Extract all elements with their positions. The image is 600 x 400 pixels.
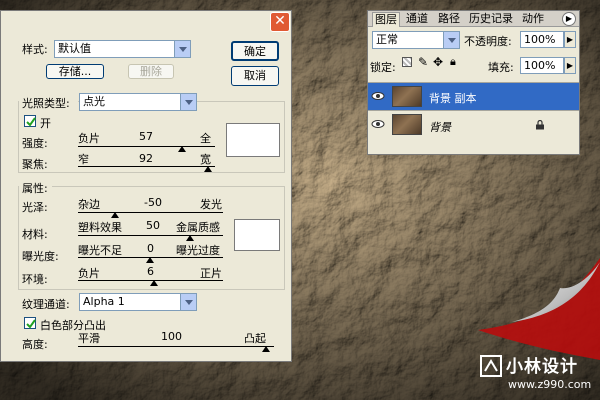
exposure-max-label: 曝光过度 xyxy=(176,244,220,257)
light-type-select[interactable]: 点光 xyxy=(79,93,197,111)
layer-name: 背景 xyxy=(429,121,451,134)
panel-tab-bar: 图层 通道 路径 历史记录 动作 ▶ xyxy=(368,11,579,27)
light-on-checkbox[interactable] xyxy=(24,115,36,127)
brand-logo-icon xyxy=(480,355,502,377)
tab-history[interactable]: 历史记录 xyxy=(467,12,515,27)
chevron-down-icon[interactable] xyxy=(180,94,196,110)
layer-row-background-copy[interactable]: 背景 副本 xyxy=(368,82,579,110)
material-slider-thumb[interactable] xyxy=(186,235,194,241)
fill-arrow-icon[interactable]: ▶ xyxy=(564,57,576,74)
height-min-label: 平滑 xyxy=(78,332,100,345)
tab-layers[interactable]: 图层 xyxy=(372,12,400,27)
exposure-min-label: 曝光不足 xyxy=(78,244,122,257)
white-high-checkbox[interactable] xyxy=(24,317,36,329)
brand-url: www.z990.com xyxy=(508,378,592,391)
texture-channel-label: 纹理通道: xyxy=(22,298,70,311)
intensity-max-label: 全 xyxy=(200,132,211,145)
tab-paths[interactable]: 路径 xyxy=(436,12,462,27)
ambient-color-swatch[interactable] xyxy=(234,219,280,251)
eye-icon[interactable] xyxy=(371,90,385,102)
focus-slider-track[interactable] xyxy=(78,166,215,167)
close-icon[interactable]: ✕ xyxy=(270,12,290,32)
height-value: 100 xyxy=(161,330,182,343)
ambience-value: 6 xyxy=(147,265,154,278)
material-value: 50 xyxy=(146,219,160,232)
opacity-input[interactable]: 100% xyxy=(520,31,564,48)
focus-max-label: 宽 xyxy=(200,153,211,166)
opacity-arrow-icon[interactable]: ▶ xyxy=(564,31,576,48)
ok-button[interactable]: 确定 xyxy=(231,41,279,61)
layer-thumbnail xyxy=(392,86,422,107)
lock-all-icon[interactable]: 🔒︎ xyxy=(450,55,456,69)
brand-title: 小林设计 xyxy=(506,357,578,377)
fill-input[interactable]: 100% xyxy=(520,57,564,74)
blend-mode-value: 正常 xyxy=(376,33,398,46)
gloss-label: 光泽: xyxy=(22,201,48,214)
light-type-value: 点光 xyxy=(83,95,105,108)
style-value: 默认值 xyxy=(58,42,91,55)
intensity-slider-thumb[interactable] xyxy=(178,146,186,152)
focus-slider-thumb[interactable] xyxy=(204,166,212,172)
gloss-value: -50 xyxy=(144,196,162,209)
lock-paint-icon[interactable]: ✎ xyxy=(418,55,428,69)
style-label: 样式: xyxy=(22,43,48,56)
gloss-slider-thumb[interactable] xyxy=(111,212,119,218)
opacity-label: 不透明度: xyxy=(464,35,512,48)
material-max-label: 金属质感 xyxy=(176,221,220,234)
lock-icon xyxy=(536,120,544,130)
lock-position-icon[interactable]: ✥ xyxy=(433,55,443,69)
properties-label: 属性: xyxy=(22,182,48,195)
layer-thumbnail xyxy=(392,114,422,135)
material-slider-track[interactable] xyxy=(78,235,223,236)
blend-mode-select[interactable]: 正常 xyxy=(372,31,460,49)
layer-row-background[interactable]: 背景 xyxy=(368,110,579,139)
fill-label: 填充: xyxy=(488,61,514,74)
lock-transparency-icon[interactable] xyxy=(402,57,412,67)
intensity-min-label: 负片 xyxy=(78,132,100,145)
delete-style-button[interactable]: 删除 xyxy=(128,64,174,79)
light-color-swatch[interactable] xyxy=(226,123,280,157)
cancel-button[interactable]: 取消 xyxy=(231,66,279,86)
exposure-value: 0 xyxy=(147,242,154,255)
tab-actions[interactable]: 动作 xyxy=(520,12,546,27)
save-style-button[interactable]: 存储... xyxy=(46,64,104,79)
intensity-value: 57 xyxy=(139,130,153,143)
layers-panel: 图层 通道 路径 历史记录 动作 ▶ 正常 不透明度: 100% ▶ 锁定: ✎… xyxy=(367,10,580,155)
brand-watermark: 小林设计 www.z990.com xyxy=(478,346,600,400)
light-on-label: 开 xyxy=(40,117,51,130)
ambience-label: 环境: xyxy=(22,273,48,286)
ambience-min-label: 负片 xyxy=(78,267,100,280)
gloss-max-label: 发光 xyxy=(200,198,222,211)
material-min-label: 塑料效果 xyxy=(78,221,122,234)
layer-name: 背景 副本 xyxy=(429,92,477,105)
gloss-min-label: 杂边 xyxy=(78,198,100,211)
light-type-label: 光照类型: xyxy=(22,97,70,110)
style-select[interactable]: 默认值 xyxy=(54,40,191,58)
ambience-max-label: 正片 xyxy=(200,267,222,280)
eye-icon[interactable] xyxy=(371,118,385,130)
panel-menu-icon[interactable]: ▶ xyxy=(562,12,576,26)
intensity-slider-track[interactable] xyxy=(78,146,215,147)
height-slider-track[interactable] xyxy=(78,346,274,347)
texture-channel-value: Alpha 1 xyxy=(83,295,125,308)
material-label: 材料: xyxy=(22,228,48,241)
focus-min-label: 窄 xyxy=(78,153,89,166)
height-slider-thumb[interactable] xyxy=(262,346,270,352)
tab-channels[interactable]: 通道 xyxy=(404,12,430,27)
ambience-slider-thumb[interactable] xyxy=(150,280,158,286)
focus-value: 92 xyxy=(139,152,153,165)
exposure-slider-thumb[interactable] xyxy=(146,257,154,263)
height-max-label: 凸起 xyxy=(244,332,266,345)
chevron-down-icon[interactable] xyxy=(174,41,190,57)
chevron-down-icon[interactable] xyxy=(180,294,196,310)
lock-label: 锁定: xyxy=(370,61,396,74)
height-label: 高度: xyxy=(22,338,48,351)
exposure-label: 曝光度: xyxy=(22,250,59,263)
focus-label: 聚焦: xyxy=(22,158,48,171)
intensity-label: 强度: xyxy=(22,137,48,150)
gloss-slider-track[interactable] xyxy=(78,212,223,213)
chevron-down-icon[interactable] xyxy=(443,32,459,48)
texture-channel-select[interactable]: Alpha 1 xyxy=(79,293,197,311)
